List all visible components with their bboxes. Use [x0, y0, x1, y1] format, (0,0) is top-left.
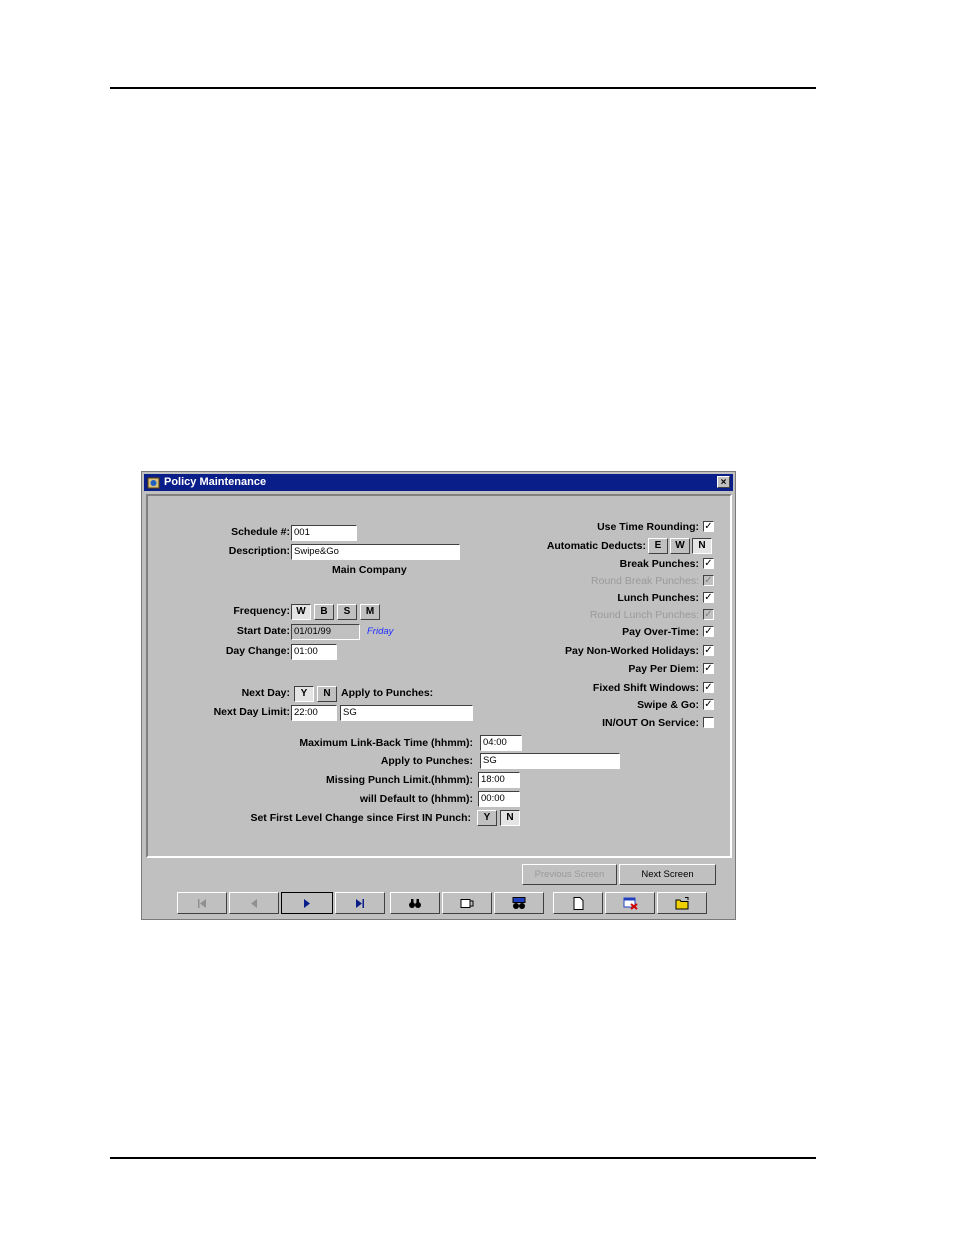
frequency-label: Frequency:	[233, 605, 290, 617]
break-punches-checkbox[interactable]: ✓	[703, 558, 714, 569]
next-day-y-button[interactable]: Y	[294, 686, 314, 702]
first-level-label: Set First Level Change since First IN Pu…	[250, 812, 471, 824]
binoculars-icon	[409, 898, 421, 908]
next-day-apply-label: Apply to Punches:	[341, 687, 434, 699]
close-button[interactable]: ×	[717, 476, 730, 488]
deducts-e-button[interactable]: E	[648, 538, 668, 554]
frequency-s-button[interactable]: S	[337, 604, 357, 620]
new-document-icon	[573, 896, 583, 910]
deducts-w-button[interactable]: W	[670, 538, 690, 554]
first-level-n-button[interactable]: N	[500, 810, 520, 826]
open-folder-icon	[675, 896, 688, 910]
footer-rule	[110, 1157, 816, 1159]
search-button[interactable]	[390, 892, 440, 914]
link-back-apply-input[interactable]: SG	[480, 753, 620, 769]
start-day-text: Friday	[367, 626, 394, 637]
next-day-label: Next Day:	[241, 687, 290, 699]
pay-non-worked-holidays-label: Pay Non-Worked Holidays:	[565, 645, 699, 657]
next-day-limit-input[interactable]: 22:00	[291, 705, 337, 721]
window-title: Policy Maintenance	[164, 476, 267, 488]
next-day-apply-input[interactable]: SG	[340, 705, 473, 721]
header-rule	[110, 87, 816, 89]
start-date-input: 01/01/99	[291, 624, 360, 640]
description-label: Description:	[228, 545, 290, 557]
missing-punch-label: Missing Punch Limit.(hhmm):	[326, 774, 473, 786]
pay-non-worked-holidays-checkbox[interactable]: ✓	[703, 645, 714, 656]
frequency-b-button[interactable]: B	[314, 604, 334, 620]
title-bar: Policy Maintenance ×	[144, 474, 733, 491]
close-icon: ×	[720, 477, 727, 488]
view-icon	[460, 898, 474, 908]
view-button[interactable]	[442, 892, 492, 914]
description-input[interactable]: Swipe&Go	[291, 544, 460, 560]
fixed-shift-windows-checkbox[interactable]: ✓	[703, 682, 714, 693]
first-record-icon	[198, 898, 206, 908]
company-name: Main Company	[332, 564, 407, 576]
use-time-rounding-checkbox[interactable]: ✓	[703, 521, 714, 532]
find-button[interactable]	[494, 892, 544, 914]
fixed-shift-windows-label: Fixed Shift Windows:	[592, 682, 699, 694]
previous-screen-button[interactable]: Previous Screen	[522, 864, 617, 885]
missing-punch-input[interactable]: 18:00	[478, 772, 520, 788]
link-back-apply-label: Apply to Punches:	[380, 755, 473, 767]
policy-maintenance-window: Policy Maintenance × Schedule #: 001 Des…	[141, 471, 736, 920]
swipe-go-checkbox[interactable]: ✓	[703, 699, 714, 710]
automatic-deducts-label: Automatic Deducts:	[546, 540, 646, 552]
next-record-icon	[304, 898, 310, 908]
frequency-w-button[interactable]: W	[291, 604, 311, 620]
round-break-punches-label: Round Break Punches:	[591, 575, 699, 587]
first-record-button[interactable]	[177, 892, 227, 914]
next-day-n-button[interactable]: N	[317, 686, 337, 702]
pay-per-diem-checkbox[interactable]: ✓	[703, 663, 714, 674]
schedule-label: Schedule #:	[231, 526, 290, 538]
day-change-label: Day Change:	[225, 645, 290, 657]
delete-record-button[interactable]	[605, 892, 655, 914]
next-screen-button[interactable]: Next Screen	[619, 864, 716, 885]
find-icon	[512, 896, 526, 909]
pay-over-time-label: Pay Over-Time:	[622, 626, 699, 638]
form-panel: Schedule #: 001 Description: Swipe&Go Ma…	[146, 494, 732, 858]
next-day-limit-label: Next Day Limit:	[213, 706, 290, 718]
default-to-input[interactable]: 00:00	[478, 791, 520, 807]
swipe-go-label: Swipe & Go:	[637, 699, 699, 711]
round-break-punches-checkbox: ✓	[703, 575, 714, 586]
day-change-input[interactable]: 01:00	[291, 644, 337, 660]
new-record-button[interactable]	[553, 892, 603, 914]
next-record-button[interactable]	[281, 892, 333, 914]
open-button[interactable]	[657, 892, 707, 914]
previous-record-button[interactable]	[229, 892, 279, 914]
deducts-n-button[interactable]: N	[692, 538, 712, 554]
first-level-y-button[interactable]: Y	[477, 810, 497, 826]
in-out-on-service-label: IN/OUT On Service:	[602, 717, 699, 729]
schedule-input[interactable]: 001	[291, 525, 357, 541]
max-link-back-input[interactable]: 04:00	[480, 735, 522, 751]
pay-over-time-checkbox[interactable]: ✓	[703, 626, 714, 637]
round-lunch-punches-checkbox: ✓	[703, 609, 714, 620]
in-out-on-service-checkbox[interactable]	[703, 717, 714, 728]
delete-icon	[623, 897, 638, 910]
frequency-m-button[interactable]: M	[360, 604, 380, 620]
app-icon	[147, 477, 160, 489]
previous-record-icon	[251, 898, 257, 908]
break-punches-label: Break Punches:	[619, 558, 699, 570]
last-record-button[interactable]	[335, 892, 385, 914]
round-lunch-punches-label: Round Lunch Punches:	[589, 609, 699, 621]
default-to-label: will Default to (hhmm):	[359, 793, 473, 805]
max-link-back-label: Maximum Link-Back Time (hhmm):	[299, 737, 473, 749]
start-date-label: Start Date:	[236, 625, 290, 637]
pay-per-diem-label: Pay Per Diem:	[628, 663, 699, 675]
lunch-punches-label: Lunch Punches:	[617, 592, 699, 604]
last-record-icon	[356, 898, 364, 908]
use-time-rounding-label: Use Time Rounding:	[597, 521, 699, 533]
lunch-punches-checkbox[interactable]: ✓	[703, 592, 714, 603]
